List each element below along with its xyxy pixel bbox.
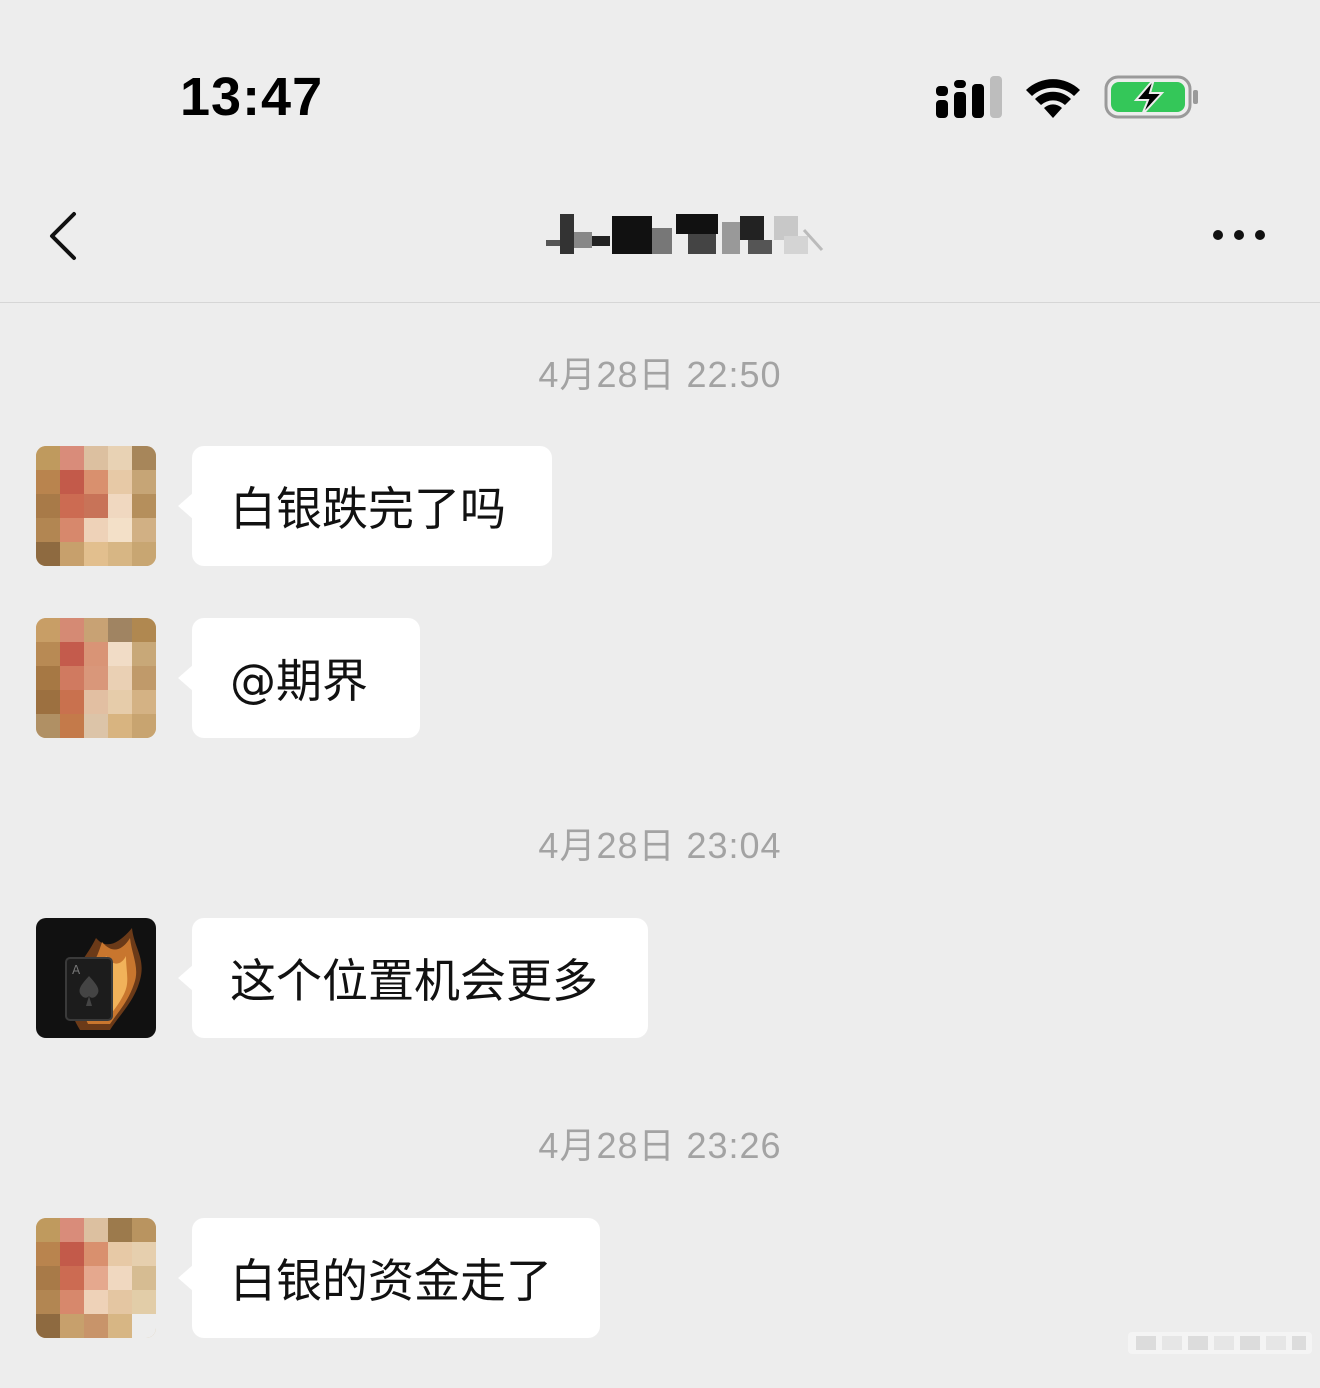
sender-avatar[interactable] (36, 618, 156, 738)
sender-avatar[interactable]: A (36, 918, 156, 1038)
more-dots-icon[interactable] (1208, 222, 1270, 248)
status-bar: 13:47 (0, 0, 1320, 170)
watermark-logo (1128, 1332, 1312, 1354)
sender-avatar[interactable] (36, 1218, 156, 1338)
message-bubble[interactable]: 这个位置机会更多 (178, 918, 648, 1038)
message-bubble[interactable]: @期界 (178, 618, 420, 738)
message-bubble[interactable]: 白银跌完了吗 (178, 446, 552, 566)
signal-strength-icon (936, 76, 1002, 118)
status-time: 13:47 (180, 67, 324, 127)
wifi-icon (1026, 79, 1080, 118)
back-chevron-icon[interactable] (44, 208, 84, 264)
chat-title-pixelated (546, 214, 824, 254)
battery-charging-icon (1104, 75, 1198, 119)
message-timestamp: 4月28日 22:50 (538, 354, 782, 395)
message-bubble[interactable]: 白银的资金走了 (178, 1218, 600, 1338)
svg-text:A: A (72, 963, 81, 977)
sender-avatar[interactable] (36, 446, 156, 566)
message-timestamp: 4月28日 23:04 (538, 825, 782, 866)
message-timestamp: 4月28日 23:26 (538, 1125, 782, 1166)
nav-bar (0, 170, 1320, 303)
chat-screen: 13:47 4月28日 22:50 白银跌完了吗 @期界 4月28日 23:04… (0, 0, 1320, 1388)
